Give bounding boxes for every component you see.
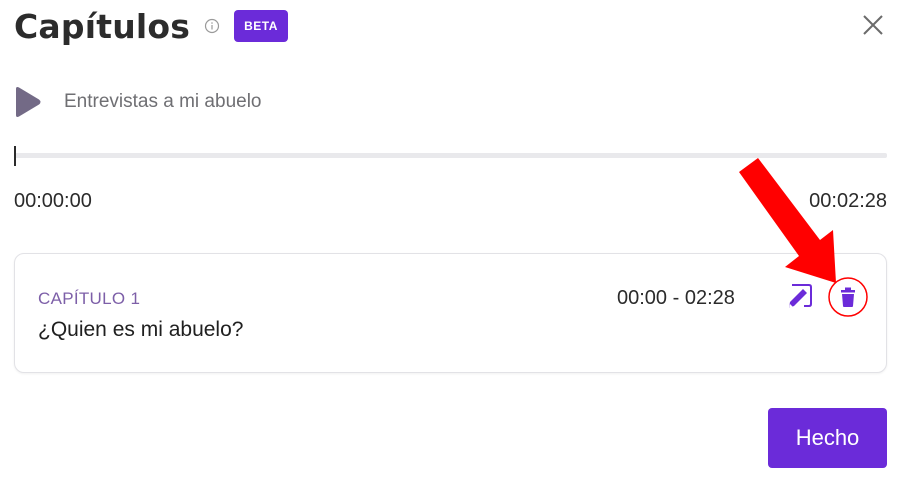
chapter-title: ¿Quien es mi abuelo?: [38, 318, 244, 341]
chapter-card: CAPÍTULO 1 ¿Quien es mi abuelo? 00:00 - …: [14, 253, 887, 373]
episode-title: Entrevistas a mi abuelo: [64, 91, 262, 112]
close-button[interactable]: [860, 12, 886, 38]
edit-pencil-icon: [789, 284, 812, 308]
info-circle-icon[interactable]: [204, 18, 220, 34]
timeline-slider[interactable]: [14, 144, 887, 166]
audio-player: Entrevistas a mi abuelo: [14, 82, 262, 122]
chapter-label: CAPÍTULO 1: [38, 289, 141, 308]
play-button[interactable]: [14, 86, 42, 118]
delete-chapter-button[interactable]: [827, 276, 869, 318]
play-icon: [16, 87, 41, 117]
edit-chapter-button[interactable]: [786, 282, 814, 310]
page-title: Capítulos: [14, 6, 191, 46]
playhead[interactable]: [14, 146, 16, 166]
done-button[interactable]: Hecho: [768, 408, 887, 468]
time-end: 00:02:28: [809, 190, 887, 212]
beta-badge: BETA: [234, 10, 288, 42]
timeline-track: [14, 153, 887, 158]
time-start: 00:00:00: [14, 190, 92, 212]
chapter-time-range: 00:00 - 02:28: [617, 287, 735, 309]
header: Capítulos BETA: [14, 4, 288, 48]
close-icon: [863, 15, 883, 35]
trash-icon: [828, 277, 868, 317]
